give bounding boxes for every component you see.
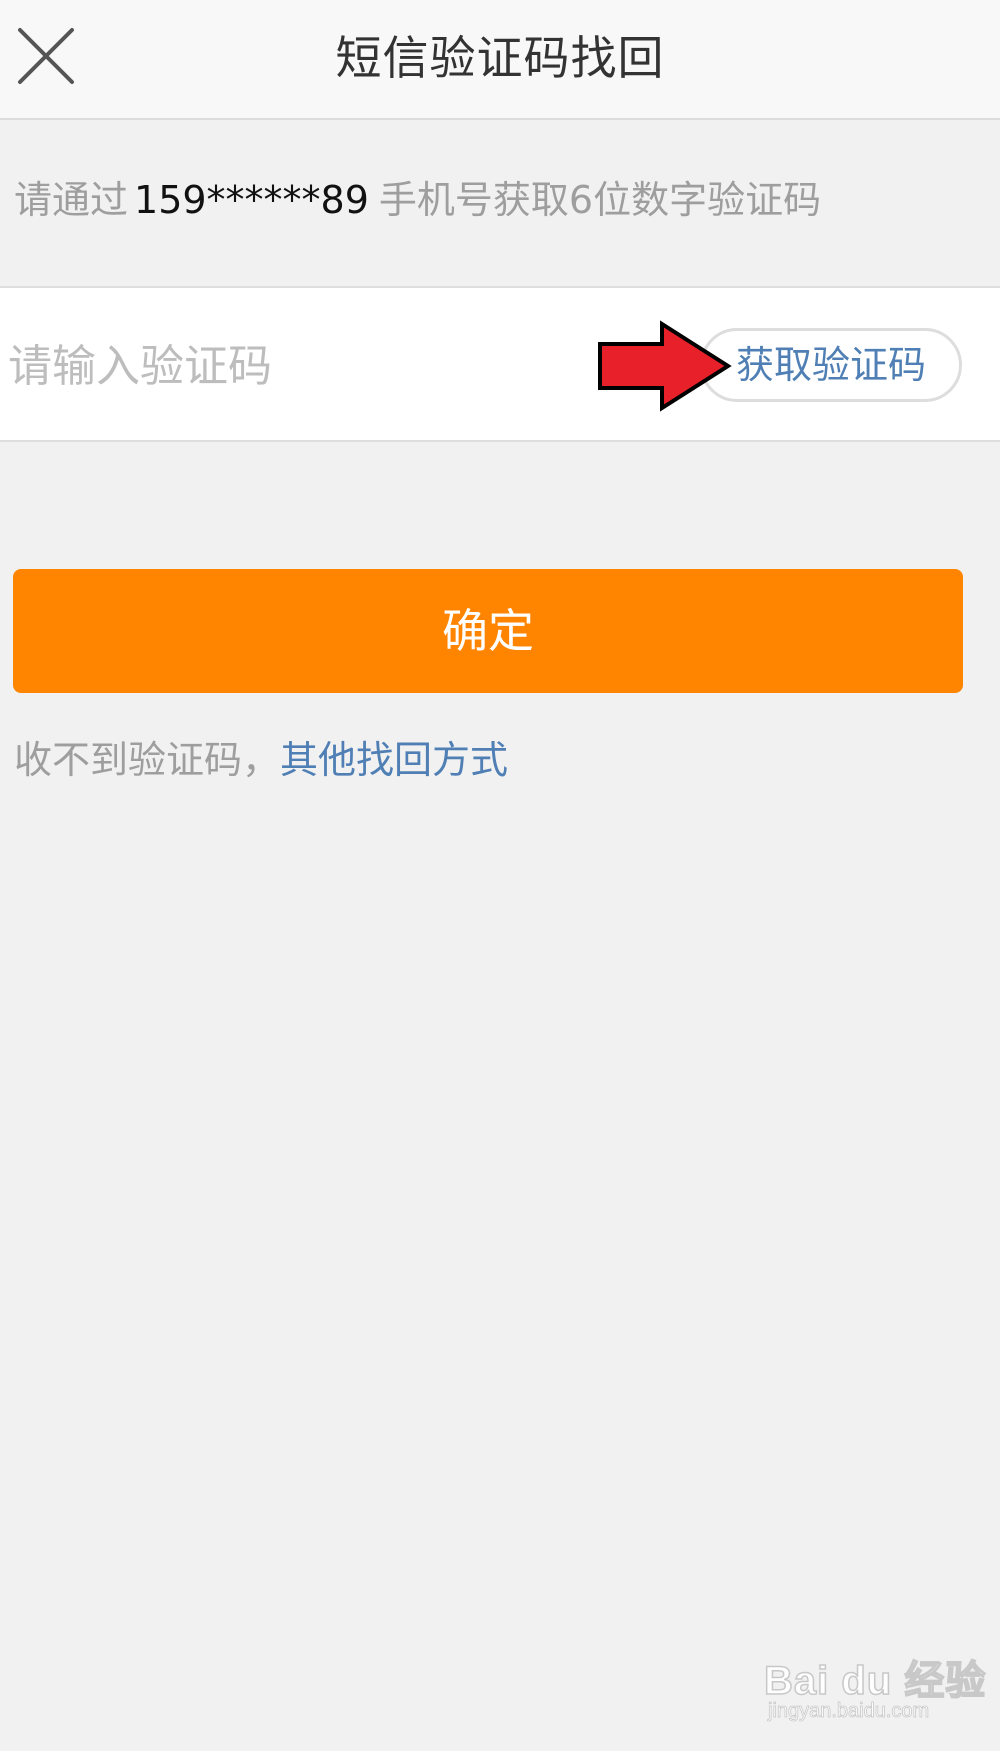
verification-code-row: 获取验证码 [0, 286, 1000, 442]
red-arrow-icon [598, 320, 732, 412]
hint-prefix: 请通过 [14, 178, 129, 222]
verification-code-input[interactable] [8, 328, 568, 404]
page: 短信验证码找回 请通过159******89手机号获取6位数字验证码 获取验证码… [0, 0, 1000, 1751]
alternative-recovery-line: 收不到验证码，其他找回方式 [14, 732, 508, 788]
baidu-jingyan-watermark: Bai du 经验 jingyan.baidu.com [763, 1640, 986, 1730]
watermark-url: jingyan.baidu.com [768, 1700, 930, 1723]
page-title: 短信验证码找回 [335, 31, 665, 85]
watermark-logo: Bai du 经验 [763, 1658, 987, 1704]
nav-bar: 短信验证码找回 [0, 0, 1000, 120]
confirm-button[interactable]: 确定 [13, 569, 963, 693]
other-recovery-link[interactable]: 其他找回方式 [280, 738, 508, 782]
no-code-text: 收不到验证码， [14, 738, 281, 782]
verification-hint: 请通过 159******89 手机号获取6位数字验证码 [14, 172, 821, 228]
get-code-button[interactable]: 获取验证码 [700, 328, 962, 402]
masked-phone-number: 159******89 [134, 178, 369, 222]
hint-suffix: 手机号获取6位数字验证码 [378, 178, 822, 222]
